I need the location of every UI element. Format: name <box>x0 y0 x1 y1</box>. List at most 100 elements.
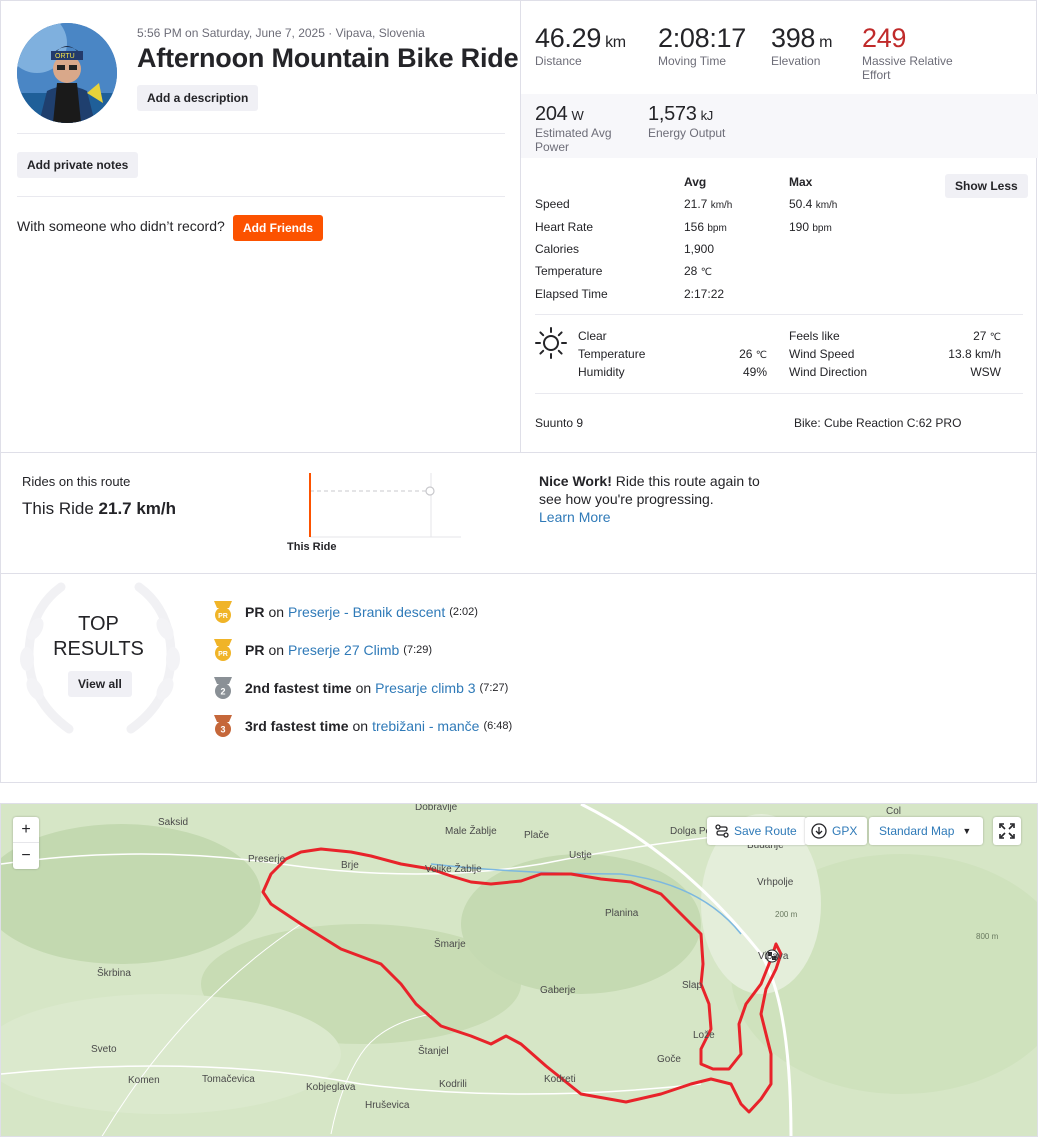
power-unit: W <box>571 108 584 123</box>
divider <box>17 133 505 134</box>
chevron-down-icon: ▼ <box>962 826 972 836</box>
route-map[interactable]: Dobravlje Saksid Male Žablje Plače Col Dolga … <box>0 803 1038 1137</box>
gpx-button[interactable]: GPX <box>805 817 868 845</box>
map-place-label: Kodrili <box>439 1079 467 1090</box>
detail-avg-heart-rate: 156 bpm <box>684 220 727 234</box>
map-place-label: Saksid <box>158 817 189 828</box>
route-title: Rides on this route <box>22 474 131 489</box>
map-place-label: Slap <box>682 980 703 991</box>
silver-medal-icon: 2 <box>214 677 232 699</box>
chart-this-ride-label: This Ride <box>287 541 337 553</box>
bike-name[interactable]: Bike: Cube Reaction C:62 PRO <box>794 416 961 430</box>
activity-meta: 5:56 PM on Saturday, June 7, 2025 · Vipa… <box>137 26 425 40</box>
detail-avg-speed: 21.7 km/h <box>684 197 732 211</box>
save-route-button[interactable]: Save Route <box>707 817 807 845</box>
result-item: PR PR on Preserje - Branik descent (2:02) <box>211 599 478 625</box>
view-all-button[interactable]: View all <box>68 671 132 697</box>
value: 190 <box>789 220 810 234</box>
map-place-label: Vipava <box>758 951 789 962</box>
avatar[interactable]: ORTU <box>17 23 117 123</box>
weather-temperature-value: 26 ℃ <box>717 347 767 361</box>
avg-header: Avg <box>684 175 707 189</box>
power-label: Estimated Avg <box>535 126 612 140</box>
stat-energy: 1,573 kJ Energy Output <box>648 103 725 140</box>
add-description-button[interactable]: Add a description <box>137 85 259 111</box>
map-place-label: Dobravlje <box>415 803 458 813</box>
pr-medal-icon: PR <box>214 601 232 623</box>
result-time: (6:48) <box>483 720 513 732</box>
zoom-in-button[interactable]: + <box>13 817 39 843</box>
show-less-button[interactable]: Show Less <box>945 174 1028 198</box>
detail-avg-calories: 1,900 <box>684 242 715 256</box>
map-type-dropdown[interactable]: Standard Map ▼ <box>869 817 984 845</box>
weather-humidity-value: 49% <box>742 365 767 379</box>
detail-label-speed: Speed <box>535 197 570 211</box>
result-achievement: PR <box>245 642 265 658</box>
svg-text:ORTU: ORTU <box>55 53 75 60</box>
weather-humidity-label: Humidity <box>578 365 625 379</box>
distance-value: 46.29 <box>535 23 602 53</box>
zoom-out-button[interactable]: − <box>13 843 39 869</box>
unit: ℃ <box>700 267 712 278</box>
unit: ℃ <box>989 332 1001 343</box>
power-label: Power <box>535 140 570 154</box>
stat-power: 204 W Estimated Avg Power <box>535 103 612 154</box>
power-value: 204 <box>535 103 568 125</box>
map-place-label: Brje <box>341 860 359 871</box>
result-segment-link[interactable]: trebižani - manče <box>372 718 479 734</box>
detail-avg-elapsed-time: 2:17:22 <box>684 287 725 301</box>
fullscreen-button[interactable] <box>993 817 1021 845</box>
svg-text:PR: PR <box>218 651 228 658</box>
device-name: Suunto 9 <box>535 416 584 430</box>
elevation-unit: m <box>819 34 833 51</box>
map-place-label: Kobjeglava <box>306 1082 356 1093</box>
gpx-label: GPX <box>832 824 858 838</box>
sun-icon <box>535 327 567 359</box>
activity-card: ORTU 5:56 PM on Saturday, June 7, 2025 ·… <box>0 0 1038 783</box>
unit: km/h <box>815 200 838 211</box>
energy-label: Energy Output <box>648 126 726 140</box>
add-private-notes-button[interactable]: Add private notes <box>17 152 139 178</box>
detail-label-calories: Calories <box>535 242 580 256</box>
result-time: (2:02) <box>449 606 478 618</box>
result-time: (7:29) <box>403 644 433 656</box>
map-place-label: Preserje <box>248 854 286 865</box>
feels-like-label: Feels like <box>789 329 840 343</box>
result-item: 2 2nd fastest time on Presarje climb 3 (7:2… <box>211 675 508 701</box>
detail-label-temperature: Temperature <box>535 264 603 278</box>
add-friends-button[interactable]: Add Friends <box>233 215 324 241</box>
map-place-label: Komen <box>128 1075 160 1086</box>
map-canvas[interactable] <box>1 804 1038 1137</box>
max-header: Max <box>789 175 813 189</box>
map-place-label: Plače <box>524 830 550 841</box>
value: 28 <box>684 264 698 278</box>
map-place-label: Velike Žablje <box>425 864 482 875</box>
detail-max-speed: 50.4 km/h <box>789 197 837 211</box>
map-place-label: Male Žablje <box>445 826 497 837</box>
learn-more-link[interactable]: Learn More <box>539 509 611 525</box>
wind-direction-value: WSW <box>970 365 1001 379</box>
save-route-label: Save Route <box>734 824 797 838</box>
stat-relative-effort[interactable]: 249 Massive Relative Effort <box>862 23 953 82</box>
map-place-label: Vrhpolje <box>757 877 794 888</box>
download-icon <box>811 823 827 839</box>
svg-text:2: 2 <box>220 687 225 697</box>
result-segment-link[interactable]: Presarje climb 3 <box>375 680 475 696</box>
value: 156 <box>684 220 705 234</box>
result-segment-link[interactable]: Preserje - Branik descent <box>288 604 445 620</box>
svg-text:3: 3 <box>220 725 225 735</box>
result-segment-link[interactable]: Preserje 27 Climb <box>288 642 399 658</box>
energy-value: 1,573 <box>648 103 697 125</box>
result-item: PR PR on Preserje 27 Climb (7:29) <box>211 637 432 663</box>
chart-point[interactable] <box>425 486 435 496</box>
elevation-value: 398 <box>771 23 816 53</box>
map-place-label: Sveto <box>91 1044 117 1055</box>
feels-like-value: 27 ℃ <box>941 329 1001 343</box>
detail-max-heart-rate: 190 bpm <box>789 220 832 234</box>
wind-speed-label: Wind Speed <box>789 347 855 361</box>
top-results-title: TOP RESULTS <box>41 612 156 662</box>
map-place-label: Lože <box>693 1030 715 1041</box>
relative-effort-value: 249 <box>862 23 907 53</box>
result-achievement: PR <box>245 604 265 620</box>
result-achievement: 2nd fastest time <box>245 680 352 696</box>
